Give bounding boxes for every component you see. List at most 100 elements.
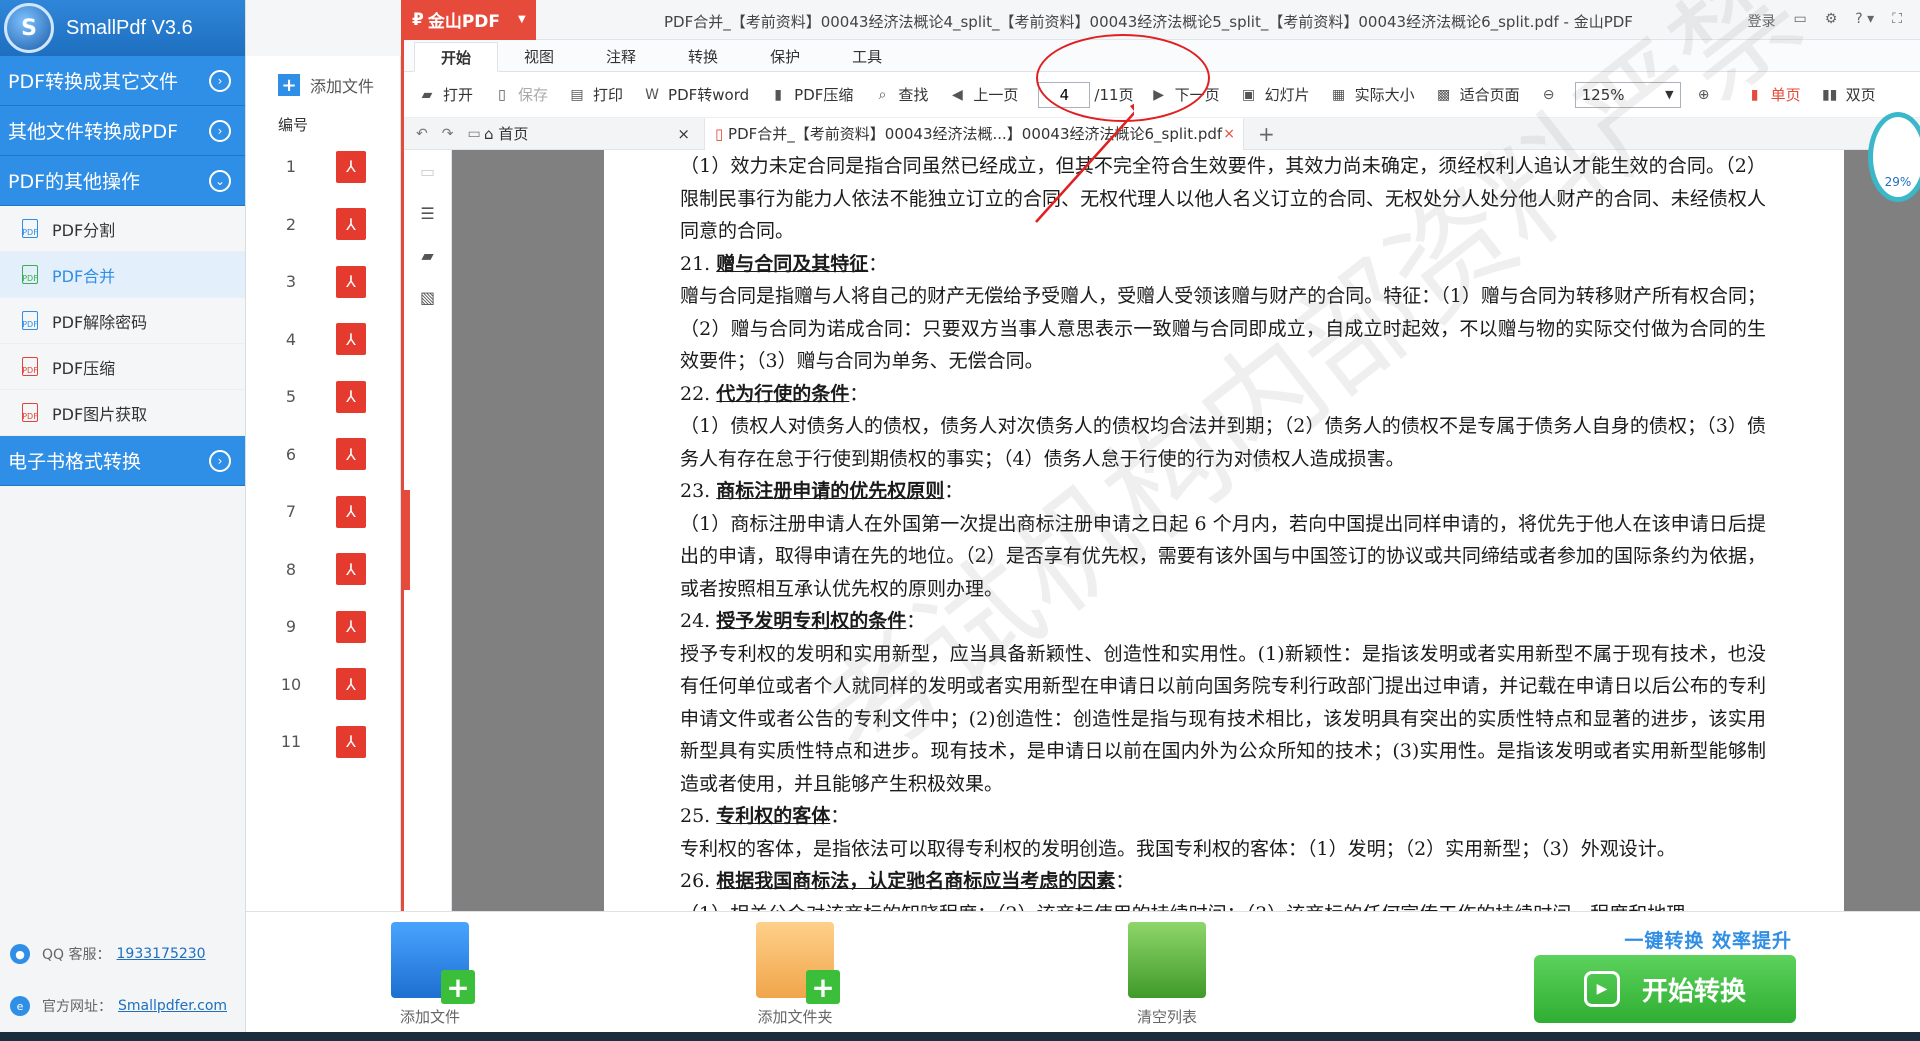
undo-icon[interactable]: ↶ [416, 126, 428, 142]
open-label: 打开 [443, 86, 474, 104]
zoom-in-button[interactable]: ⊕ [1695, 87, 1720, 103]
clear-list-action[interactable]: 清空列表 [1128, 922, 1206, 1027]
tab-protect[interactable]: 保护 [744, 41, 826, 71]
file-row[interactable]: 5 ⅄ [246, 368, 400, 426]
save-icon: ▯ [498, 86, 506, 103]
section-pdf-other-ops[interactable]: PDF的其他操作 ⌄ [0, 156, 245, 206]
close-icon[interactable]: × [1223, 126, 1235, 142]
find-button[interactable]: ⌕ 查找 [873, 84, 928, 105]
tab-home[interactable]: ⌂ 首页 × [484, 123, 704, 144]
redo-icon[interactable]: ↷ [442, 126, 454, 142]
panel-toggle-handle[interactable] [404, 490, 410, 590]
qq-link[interactable]: 1933175230 [117, 946, 206, 962]
new-tab-button[interactable]: + [1258, 122, 1275, 146]
double-page-button[interactable]: ▮▮ 双页 [1821, 84, 1876, 105]
single-page-label: 单页 [1770, 86, 1801, 104]
single-page-button[interactable]: ▮ 单页 [1746, 84, 1801, 105]
section-ebook-convert[interactable]: 电子书格式转换 › [0, 436, 245, 486]
row-number: 11 [280, 732, 302, 752]
tab-convert[interactable]: 转换 [662, 41, 744, 71]
qq-contact: ● QQ 客服： 1933175230 [0, 928, 246, 980]
save-icon[interactable]: ▭ [467, 126, 480, 142]
chevron-down-icon: ▼ [1665, 88, 1674, 101]
paragraph: （1）相关公众对该商标的知晓程度；（2）该商标使用的持续时间；（3）该商标的任何… [680, 898, 1766, 912]
row-number: 10 [280, 674, 302, 694]
paragraph: （1）债权人对债务人的债权，债务人对次债务人的债权均合法并到期；（2）债务人的债… [680, 415, 1766, 470]
prev-page-button[interactable]: ◀ 上一页 [948, 84, 1018, 105]
zoom-out-button[interactable]: ⊖ [1540, 87, 1565, 103]
fullscreen-icon[interactable]: ⛶ [1892, 11, 1902, 31]
document-viewport[interactable]: ▭ ☰ ▰ ▧ （1）效力未定合同是指合同虽然已经成立，但其不完全符合生效要件，… [404, 0, 1920, 912]
broom-icon [1128, 922, 1206, 998]
file-row[interactable]: 11 ⅄ [246, 713, 400, 771]
add-file-button[interactable]: + 添加文件 [246, 56, 400, 114]
file-row[interactable]: 9 ⅄ [246, 598, 400, 656]
tab-annotate[interactable]: 注释 [580, 41, 662, 71]
section-pdf-to-other[interactable]: PDF转换成其它文件 › [0, 56, 245, 106]
row-number: 6 [285, 444, 297, 464]
fit-page-button[interactable]: ▩ 适合页面 [1435, 84, 1520, 105]
performance-gauge[interactable]: 29% [1868, 112, 1920, 202]
pdf-file-icon: ⅄ [336, 438, 366, 471]
zoom-in-icon: ⊕ [1697, 86, 1710, 103]
start-convert-button[interactable]: ▶ 开始转换 [1534, 955, 1796, 1023]
add-file-action[interactable]: + 添加文件 [391, 922, 475, 1027]
sidebar-item-pdf-unlock[interactable]: PDF PDF解除密码 [0, 298, 245, 344]
tab-document[interactable]: ▯ PDF合并_【考前资料】00043经济法概...】00043经济法概论6_s… [704, 117, 1244, 150]
gauge-value: 29% [1884, 175, 1912, 189]
actual-size-button[interactable]: ▦ 实际大小 [1330, 84, 1415, 105]
tab-start[interactable]: 开始 [414, 42, 499, 72]
login-button[interactable]: 登录 [1747, 11, 1775, 31]
help-icon[interactable]: ? ▾ [1855, 11, 1874, 31]
pdf-to-word-button[interactable]: W PDF转word [643, 84, 749, 105]
file-row[interactable]: 7 ⅄ [246, 483, 400, 541]
file-row[interactable]: 2 ⅄ [246, 196, 400, 254]
file-row[interactable]: 1 ⅄ [246, 138, 400, 196]
pdf-file-icon: ⅄ [336, 553, 366, 586]
settings-icon[interactable]: ⚙ [1825, 11, 1838, 31]
open-button[interactable]: ▰ 打开 [418, 84, 473, 105]
wps-logo-icon: ₽ [412, 9, 424, 30]
add-folder-action[interactable]: + 添加文件夹 [756, 922, 840, 1027]
file-rows: 1 ⅄ 2 ⅄ 3 ⅄ 4 ⅄ 5 ⅄ 6 ⅄ 7 ⅄ 8 ⅄ 9 ⅄ 10 ⅄ 11 ⅄ [246, 138, 400, 771]
file-row[interactable]: 10 ⅄ [246, 656, 400, 714]
outline-icon[interactable]: ☰ [404, 192, 451, 234]
wps-menu-button[interactable]: ₽ 金山PDF ▼ [404, 0, 536, 40]
tab-view[interactable]: 视图 [498, 41, 580, 71]
sidebar-item-pdf-compress[interactable]: PDF PDF压缩 [0, 344, 245, 390]
pdf-file-icon: ⅄ [336, 725, 366, 758]
site-link[interactable]: Smallpdfer.com [118, 998, 227, 1014]
file-row[interactable]: 6 ⅄ [246, 426, 400, 484]
sidebar-item-pdf-image-extract[interactable]: PDF PDF图片获取 [0, 390, 245, 436]
actual-size-icon: ▦ [1331, 86, 1346, 103]
close-icon[interactable]: × [677, 125, 690, 143]
fit-page-label: 适合页面 [1459, 86, 1520, 104]
save-button[interactable]: ▯ 保存 [493, 84, 548, 105]
thumbnail-icon[interactable]: ▭ [404, 150, 451, 192]
skin-icon[interactable]: ▭ [1793, 11, 1806, 31]
printer-icon: ▤ [570, 86, 584, 103]
image-icon[interactable]: ▧ [404, 276, 451, 318]
file-row[interactable]: 4 ⅄ [246, 311, 400, 369]
row-number: 3 [285, 272, 297, 292]
print-button[interactable]: ▤ 打印 [568, 84, 623, 105]
double-page-icon: ▮▮ [1821, 86, 1838, 103]
section-other-to-pdf[interactable]: 其他文件转换成PDF › [0, 106, 245, 156]
file-row[interactable]: 3 ⅄ [246, 253, 400, 311]
file-row[interactable]: 8 ⅄ [246, 541, 400, 599]
section-label: PDF的其他操作 [8, 171, 141, 193]
chevron-down-icon: ⌄ [209, 169, 231, 192]
zoom-value: 125% [1581, 85, 1625, 104]
tab-tools[interactable]: 工具 [826, 41, 908, 71]
arrow-left-icon: ◀ [952, 86, 963, 103]
zoom-select[interactable]: 125% ▼ [1574, 81, 1681, 108]
zoom-out-icon: ⊖ [1542, 86, 1555, 103]
pdf-compress-button[interactable]: ▮ PDF压缩 [769, 84, 853, 105]
comment-icon[interactable]: ▰ [404, 234, 451, 276]
sidebar-item-pdf-merge[interactable]: PDF PDF合并 [0, 252, 245, 298]
single-page-icon: ▮ [1750, 86, 1759, 103]
sidebar-item-pdf-split[interactable]: PDF PDF分割 [0, 206, 245, 252]
slideshow-button[interactable]: ▣ 幻灯片 [1240, 84, 1310, 105]
document-tabs: ↶ ↷ ▭ ⌂ 首页 × ▯ PDF合并_【考前资料】00043经济法概...】… [404, 117, 1920, 150]
heading-tail: ： [944, 480, 964, 502]
